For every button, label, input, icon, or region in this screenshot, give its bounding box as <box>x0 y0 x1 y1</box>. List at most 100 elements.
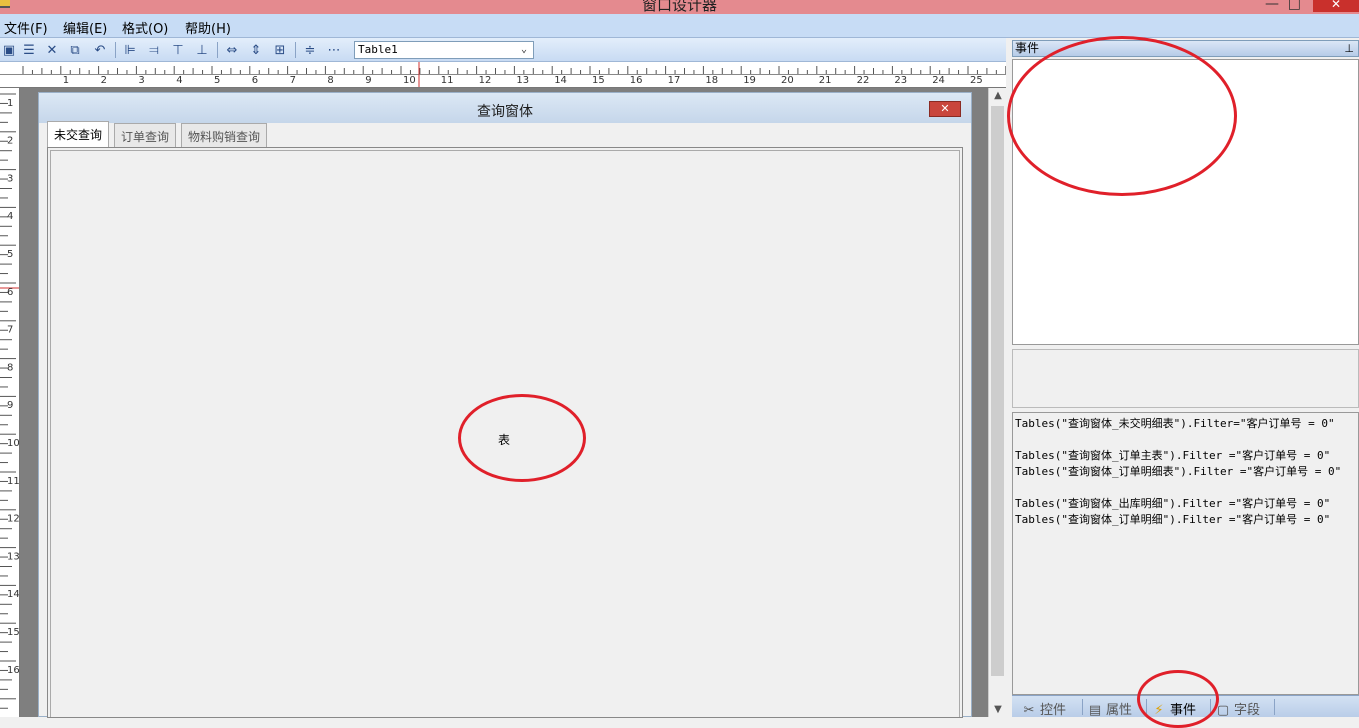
control-select-value: Table1 <box>358 43 398 56</box>
code-line: Tables("查询窗体_订单明细").Filter ="客户订单号 = 0" <box>1015 513 1331 526</box>
scroll-down-icon[interactable]: ▼ <box>989 704 1007 715</box>
vertical-ruler: 1 2 3 4 5 6 7 8 9 10 11 12 13 14 15 16 <box>0 88 20 717</box>
canvas-scrollbar[interactable]: ▲ ▼ <box>988 88 1006 717</box>
save-all-icon[interactable]: ☰ <box>20 41 38 59</box>
copy-icon[interactable]: ⧉ <box>66 41 84 59</box>
ruler-number: 5 <box>7 249 13 260</box>
ruler-number: 20 <box>781 75 794 86</box>
menu-help[interactable]: 帮助(H) <box>185 18 231 37</box>
vertical-spacing-icon[interactable]: ≑ <box>301 41 319 59</box>
window-title: 窗口设计器 <box>641 0 717 14</box>
ruler-number: 19 <box>743 75 756 86</box>
ruler-number: 5 <box>214 75 220 86</box>
menu-bar: 文件(F) 编辑(E) 格式(O) 帮助(H) <box>0 14 1359 38</box>
delete-icon[interactable]: ✕ <box>43 41 61 59</box>
ruler-number: 3 <box>138 75 144 86</box>
ruler-number: 22 <box>857 75 870 86</box>
ruler-number: 13 <box>7 551 20 562</box>
align-right-icon[interactable]: ⫤ <box>145 41 163 59</box>
form-close-button[interactable]: ✕ <box>929 101 961 117</box>
annotation-circle <box>458 394 586 482</box>
tab-controls[interactable]: ✂ 控件 <box>1022 699 1066 718</box>
ruler-number: 13 <box>516 75 529 86</box>
same-width-icon[interactable]: ⇔ <box>223 41 241 59</box>
align-left-icon[interactable]: ⊫ <box>121 41 139 59</box>
horizontal-ruler: 1 2 3 4 5 6 7 8 9 10 11 12 13 14 15 16 17 18 19 20 21 22 23 24 2… <box>0 62 1006 88</box>
annotation-circle <box>1007 36 1237 196</box>
close-button[interactable]: ✕ <box>1313 0 1359 12</box>
ruler-number: 16 <box>7 665 20 676</box>
save-icon[interactable]: ▣ <box>0 41 18 59</box>
events-header-label: 事件 <box>1015 41 1040 55</box>
align-top-icon[interactable]: ⊤ <box>169 41 187 59</box>
same-height-icon[interactable]: ⇕ <box>247 41 265 59</box>
ruler-number: 15 <box>7 627 20 638</box>
toolbar-separator <box>115 42 116 58</box>
tab-separator <box>1082 699 1083 715</box>
tab-order-query[interactable]: 订单查询 <box>114 123 177 147</box>
ruler-number: 2 <box>7 136 13 147</box>
ruler-number: 16 <box>630 75 643 86</box>
ruler-number: 1 <box>7 98 13 109</box>
window-titlebar: 窗口设计器 — □ ✕ <box>0 0 1359 14</box>
ruler-number: 18 <box>705 75 718 86</box>
ruler-number: 25 <box>970 75 983 86</box>
ruler-number: 6 <box>252 75 258 86</box>
annotation-circle <box>1137 670 1219 728</box>
ruler-number: 9 <box>7 400 13 411</box>
scroll-up-icon[interactable]: ▲ <box>989 90 1007 101</box>
tab-pending-query[interactable]: 未交查询 <box>47 121 110 147</box>
horizontal-spacing-icon[interactable]: ⋯ <box>325 41 343 59</box>
code-line: Tables("查询窗体_未交明细表").Filter="客户订单号 = 0" <box>1015 417 1335 430</box>
control-select[interactable]: Table1 ⌄ <box>354 41 534 59</box>
menu-file[interactable]: 文件(F) <box>4 18 48 37</box>
ruler-number: 10 <box>403 75 416 86</box>
ruler-number: 14 <box>7 589 20 600</box>
ruler-number: 4 <box>176 75 182 86</box>
menu-format[interactable]: 格式(O) <box>122 18 168 37</box>
ruler-number: 24 <box>932 75 945 86</box>
ruler-number: 21 <box>819 75 832 86</box>
ruler-number: 2 <box>101 75 107 86</box>
event-description <box>1012 349 1359 408</box>
ruler-number: 9 <box>365 75 371 86</box>
ruler-number: 11 <box>7 476 20 487</box>
align-bottom-icon[interactable]: ⊥ <box>193 41 211 59</box>
ruler-number: 8 <box>327 75 333 86</box>
ruler-number: 10 <box>7 438 20 449</box>
ruler-number: 8 <box>7 362 13 373</box>
ruler-number: 15 <box>592 75 605 86</box>
ruler-number: 3 <box>7 173 13 184</box>
code-line: Tables("查询窗体_订单明细表").Filter ="客户订单号 = 0" <box>1015 465 1342 478</box>
scroll-thumb[interactable] <box>991 106 1004 676</box>
ruler-number: 4 <box>7 211 13 222</box>
ruler-number: 12 <box>479 75 492 86</box>
form-titlebar: 查询窗体 ✕ <box>39 93 971 123</box>
chevron-down-icon[interactable]: ⌄ <box>517 42 531 58</box>
tab-separator <box>1274 699 1275 715</box>
event-code-editor[interactable]: Tables("查询窗体_未交明细表").Filter="客户订单号 = 0" … <box>1012 412 1359 695</box>
code-line: Tables("查询窗体_出库明细").Filter ="客户订单号 = 0" <box>1015 497 1331 510</box>
ruler-number: 14 <box>554 75 567 86</box>
tab-properties[interactable]: ▤ 属性 <box>1088 699 1132 718</box>
tools-icon: ✂ <box>1023 703 1035 718</box>
vertical-ruler-ticks: 12345678910111213141516 <box>0 93 20 709</box>
same-size-icon[interactable]: ⊞ <box>271 41 289 59</box>
tab-material-query[interactable]: 物料购销查询 <box>181 123 268 147</box>
ruler-number: 17 <box>668 75 681 86</box>
minimize-button[interactable]: — <box>1265 0 1279 12</box>
ruler-number: 1 <box>63 75 69 86</box>
ruler-number: 7 <box>7 325 13 336</box>
undo-icon[interactable]: ↶ <box>91 41 109 59</box>
toolbar-separator <box>295 42 296 58</box>
properties-icon: ▤ <box>1088 703 1102 718</box>
toolbar-separator <box>217 42 218 58</box>
menu-edit[interactable]: 编辑(E) <box>63 18 107 37</box>
tab-fields[interactable]: ▢ 字段 <box>1216 699 1260 718</box>
ruler-number: 12 <box>7 514 20 525</box>
pin-icon[interactable]: ⊥ <box>1344 41 1354 56</box>
maximize-button[interactable]: □ <box>1288 0 1301 12</box>
ruler-number: 11 <box>441 75 454 86</box>
code-line: Tables("查询窗体_订单主表").Filter ="客户订单号 = 0" <box>1015 449 1331 462</box>
